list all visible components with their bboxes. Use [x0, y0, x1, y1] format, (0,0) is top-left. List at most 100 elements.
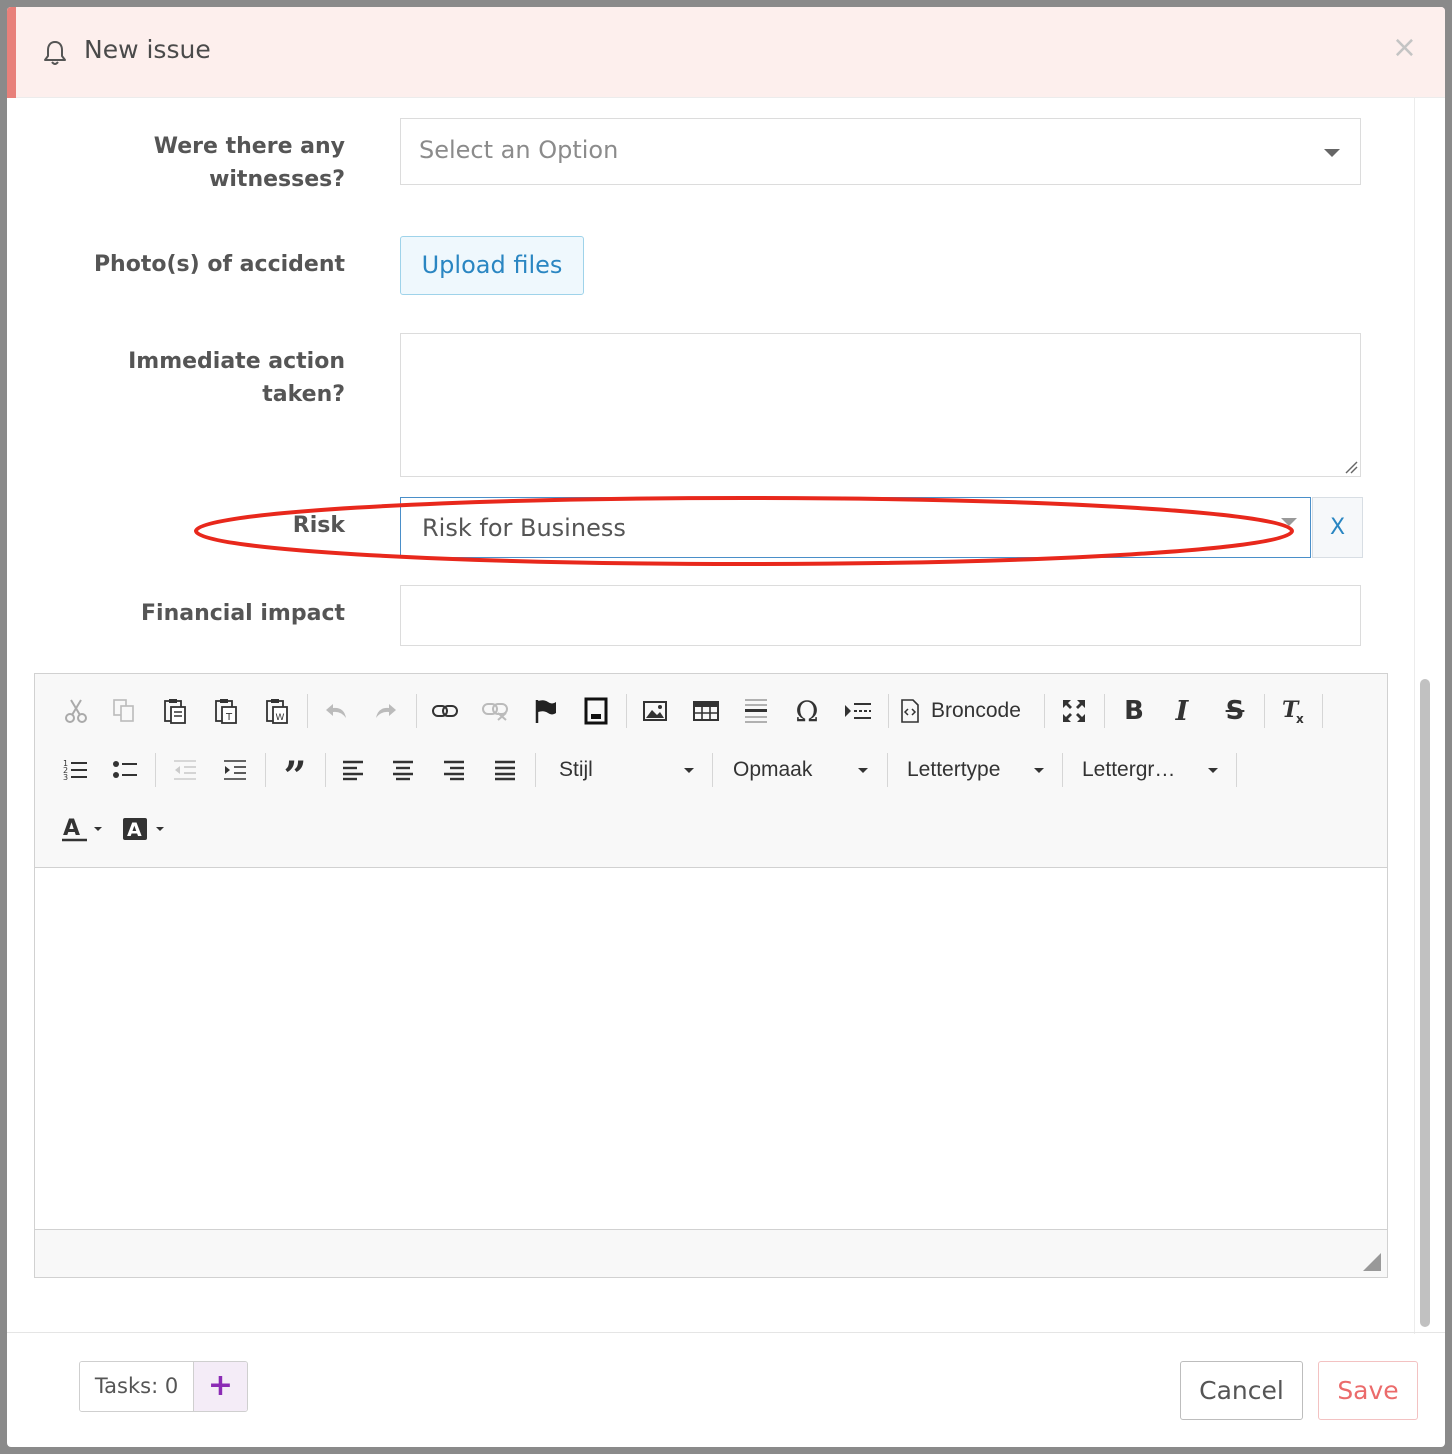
paste-text-icon[interactable]: T	[206, 691, 246, 731]
modal-footer: Tasks: 0 + Cancel Save	[7, 1332, 1445, 1447]
align-right-icon[interactable]	[434, 750, 474, 790]
decrease-indent-icon[interactable]	[165, 750, 205, 790]
increase-indent-icon[interactable]	[215, 750, 255, 790]
numbered-list-icon[interactable]: 123	[55, 750, 95, 790]
immediate-action-textarea[interactable]	[400, 333, 1361, 477]
chevron-down-icon	[1324, 149, 1340, 157]
risk-value: Risk for Business	[422, 514, 626, 542]
copy-icon[interactable]	[104, 691, 144, 731]
text-color-button[interactable]: A	[57, 809, 107, 849]
align-center-icon[interactable]	[383, 750, 423, 790]
chevron-down-icon	[1281, 518, 1297, 526]
modal-title: New issue	[84, 35, 211, 64]
source-code-button[interactable]: Broncode	[899, 691, 1039, 731]
toolbar-separator	[1264, 694, 1265, 728]
cut-icon[interactable]	[56, 691, 96, 731]
toolbar-separator	[155, 753, 156, 787]
bell-icon	[44, 41, 66, 65]
financial-impact-label: Financial impact	[141, 601, 345, 626]
editor-resize-icon[interactable]	[1363, 1253, 1381, 1271]
source-code-icon	[901, 699, 919, 723]
photos-label: Photo(s) of accident	[93, 252, 345, 277]
page-break-icon[interactable]	[838, 691, 878, 731]
toolbar-separator	[887, 753, 888, 787]
special-character-omega-icon[interactable]: Ω	[787, 691, 827, 731]
font-size-dropdown-label: Lettergr…	[1082, 758, 1176, 781]
toolbar-separator	[626, 694, 627, 728]
witnesses-label: Were there any witnesses?	[153, 134, 345, 192]
svg-text:x: x	[1296, 712, 1304, 725]
toolbar-separator	[888, 694, 889, 728]
add-task-button[interactable]: +	[194, 1362, 247, 1411]
font-dropdown[interactable]: Lettertype	[907, 750, 1047, 790]
risk-clear-button[interactable]: X	[1312, 497, 1363, 558]
bulleted-list-icon[interactable]	[105, 750, 145, 790]
image-icon[interactable]	[635, 691, 675, 731]
immediate-action-label: Immediate action taken?	[128, 349, 345, 407]
header-accent-bar	[7, 7, 16, 98]
new-issue-modal: New issue × Were there any witnesses? Se…	[7, 7, 1445, 1447]
svg-text:T: T	[225, 712, 233, 723]
paste-word-icon[interactable]: W	[257, 691, 297, 731]
witnesses-select[interactable]: Select an Option	[400, 118, 1361, 185]
toolbar-separator	[1322, 694, 1323, 728]
iframe-icon[interactable]	[576, 691, 616, 731]
format-dropdown[interactable]: Opmaak	[733, 750, 873, 790]
resize-grip-icon[interactable]	[1344, 460, 1358, 474]
background-color-button[interactable]: A	[119, 809, 169, 849]
remove-format-icon[interactable]: Tx	[1273, 691, 1313, 731]
toolbar-separator	[1062, 753, 1063, 787]
source-code-label: Broncode	[931, 699, 1021, 722]
toolbar-separator	[535, 753, 536, 787]
text-color-icon: A	[62, 816, 102, 842]
toolbar-separator	[416, 694, 417, 728]
align-left-icon[interactable]	[333, 750, 373, 790]
upload-files-button[interactable]: Upload files	[400, 236, 584, 295]
align-justify-icon[interactable]	[485, 750, 525, 790]
maximize-icon[interactable]	[1054, 691, 1094, 731]
style-dropdown[interactable]: Stijl	[559, 750, 699, 790]
toolbar-separator	[1236, 753, 1237, 787]
toolbar-separator	[1104, 694, 1105, 728]
toolbar-separator	[712, 753, 713, 787]
font-dropdown-label: Lettertype	[907, 758, 1001, 781]
chevron-down-icon	[858, 768, 868, 773]
redo-icon[interactable]	[366, 691, 406, 731]
toolbar-separator	[307, 694, 308, 728]
editor-content-area[interactable]	[35, 869, 1387, 1228]
italic-icon[interactable]: I	[1162, 691, 1202, 731]
toolbar-separator	[325, 753, 326, 787]
svg-text:A: A	[63, 816, 80, 841]
blockquote-icon[interactable]: ”	[275, 750, 315, 797]
close-icon[interactable]: ×	[1392, 33, 1417, 63]
style-dropdown-label: Stijl	[559, 758, 593, 781]
anchor-flag-icon[interactable]	[526, 691, 566, 731]
paste-icon[interactable]	[155, 691, 195, 731]
modal-header: New issue ×	[7, 7, 1445, 98]
save-button[interactable]: Save	[1318, 1361, 1418, 1420]
chevron-down-icon	[1208, 768, 1218, 773]
undo-icon[interactable]	[316, 691, 356, 731]
horizontal-rule-icon[interactable]	[736, 691, 776, 731]
svg-text:3: 3	[63, 773, 68, 782]
link-icon[interactable]	[425, 691, 465, 731]
witnesses-placeholder: Select an Option	[419, 136, 619, 164]
toolbar-separator	[265, 753, 266, 787]
risk-select[interactable]: Risk for Business	[400, 497, 1311, 558]
tasks-group: Tasks: 0 +	[79, 1361, 248, 1412]
financial-impact-input[interactable]	[400, 585, 1361, 646]
toolbar-separator	[1044, 694, 1045, 728]
background-color-icon: A	[123, 818, 164, 841]
editor-toolbar: T W Ω Broncode B I S T x 1 2 3 ” Stijl O…	[35, 674, 1387, 868]
table-icon[interactable]	[686, 691, 726, 731]
scrollbar-thumb[interactable]	[1420, 679, 1430, 1327]
bold-icon[interactable]: B	[1114, 691, 1154, 731]
editor-status-bar	[35, 1229, 1387, 1277]
strikethrough-icon[interactable]: S	[1215, 691, 1255, 731]
svg-text:A: A	[127, 819, 142, 841]
tasks-count[interactable]: Tasks: 0	[80, 1362, 194, 1411]
unlink-icon[interactable]	[475, 691, 515, 731]
font-size-dropdown[interactable]: Lettergr…	[1082, 750, 1222, 790]
cancel-button[interactable]: Cancel	[1180, 1361, 1303, 1420]
svg-text:W: W	[276, 713, 285, 723]
